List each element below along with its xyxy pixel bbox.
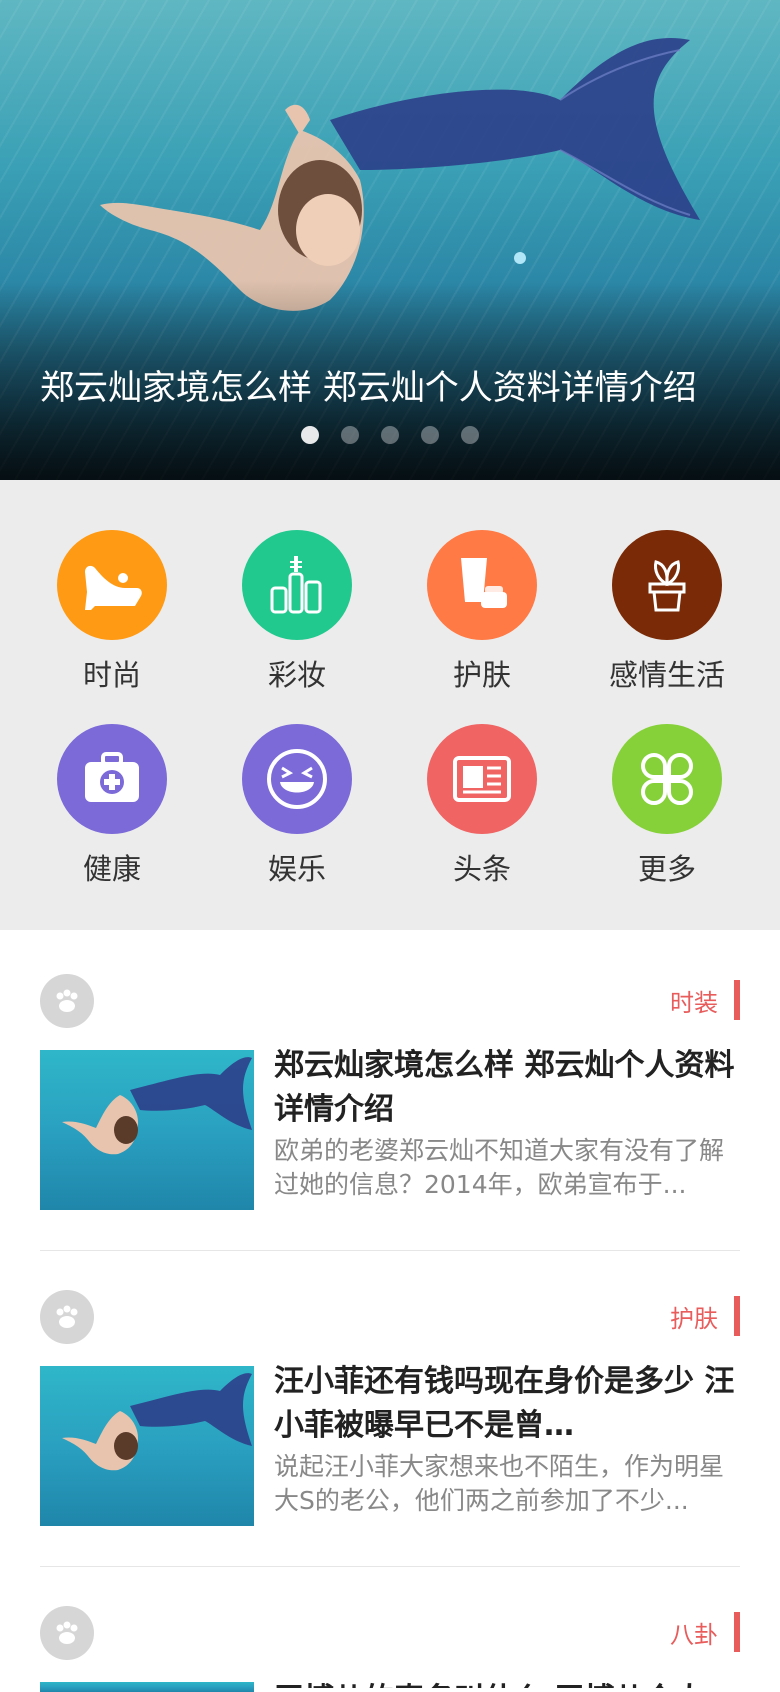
category-makeup[interactable]: 彩妆 — [204, 530, 390, 694]
carousel-dot[interactable] — [301, 426, 319, 444]
carousel-indicator — [0, 426, 780, 444]
avatar[interactable] — [40, 974, 94, 1028]
article-tag[interactable]: 护肤 — [670, 1296, 740, 1336]
medical-kit-icon — [85, 752, 139, 802]
plant-icon — [648, 560, 686, 612]
carousel-dot[interactable] — [381, 426, 399, 444]
article-title[interactable]: 汪小菲还有钱吗现在身价是多少 汪小菲被曝早已不是曾… — [274, 1360, 740, 1448]
category-icon-circle — [242, 724, 352, 834]
article-item[interactable]: 八卦 王博儿的真名叫什么 王博儿个人 — [40, 1606, 740, 1692]
banner-title[interactable]: 郑云灿家境怎么样 郑云灿个人资料详情介绍 — [40, 360, 697, 409]
category-icon-circle — [57, 530, 167, 640]
carousel-dot[interactable] — [421, 426, 439, 444]
laugh-face-icon — [267, 749, 327, 809]
category-headlines[interactable]: 头条 — [389, 724, 575, 888]
article-description: 欧弟的老婆郑云灿不知道大家有没有了解过她的信息？2014年，欧弟宣布于... — [274, 1136, 725, 1199]
category-icon-circle — [242, 530, 352, 640]
category-grid: 时尚 彩妆 护肤 感情生活 健康 娱乐 头条 更多 — [0, 480, 780, 930]
article-tag[interactable]: 时装 — [670, 980, 740, 1020]
article-list: 时装 郑云灿家境怎么样 郑云灿个人资料详情介绍 欧弟的老婆郑云灿不知道大家有没有… — [0, 930, 780, 1692]
category-skincare[interactable]: 护肤 — [389, 530, 575, 694]
article-title[interactable]: 郑云灿家境怎么样 郑云灿个人资料详情介绍 — [274, 1044, 740, 1132]
avatar[interactable] — [40, 1290, 94, 1344]
category-icon-circle — [427, 724, 537, 834]
mermaid-thumbnail-image — [62, 1057, 252, 1155]
hero-banner[interactable]: 郑云灿家境怎么样 郑云灿个人资料详情介绍 — [0, 0, 780, 480]
high-heel-icon — [85, 565, 142, 610]
newspaper-icon — [453, 756, 511, 802]
category-health[interactable]: 健康 — [19, 724, 205, 888]
clover-icon — [641, 753, 693, 805]
article-item[interactable]: 护肤 汪小菲还有钱吗现在身价是多少 汪小菲被曝早已不是曾… 说起汪小菲大家想来也… — [40, 1290, 740, 1540]
category-entertainment[interactable]: 娱乐 — [204, 724, 390, 888]
category-fashion[interactable]: 时尚 — [19, 530, 205, 694]
article-thumbnail[interactable] — [40, 1366, 254, 1526]
category-icon-circle — [612, 530, 722, 640]
category-relationships[interactable]: 感情生活 — [574, 530, 760, 694]
paw-icon — [56, 1305, 78, 1328]
article-title[interactable]: 王博儿的真名叫什么 王博儿个人 — [274, 1678, 740, 1688]
avatar[interactable] — [40, 1606, 94, 1660]
category-icon-circle — [427, 530, 537, 640]
category-icon-circle — [612, 724, 722, 834]
article-tag[interactable]: 八卦 — [670, 1612, 740, 1652]
article-thumbnail[interactable] — [40, 1050, 254, 1210]
category-icon-circle — [57, 724, 167, 834]
article-thumbnail[interactable] — [40, 1682, 254, 1692]
makeup-icon — [270, 556, 322, 614]
article-item[interactable]: 时装 郑云灿家境怎么样 郑云灿个人资料详情介绍 欧弟的老婆郑云灿不知道大家有没有… — [40, 974, 740, 1224]
divider — [40, 1250, 740, 1251]
carousel-dot[interactable] — [461, 426, 479, 444]
category-more[interactable]: 更多 — [574, 724, 760, 888]
paw-icon — [56, 989, 78, 1012]
skincare-icon — [461, 558, 507, 608]
divider — [40, 1566, 740, 1567]
carousel-dot[interactable] — [341, 426, 359, 444]
article-description: 说起汪小菲大家想来也不陌生，作为明星大S的老公，他们两之前参加了不少... — [274, 1452, 725, 1515]
paw-icon — [56, 1621, 78, 1644]
mermaid-thumbnail-image — [62, 1373, 252, 1471]
